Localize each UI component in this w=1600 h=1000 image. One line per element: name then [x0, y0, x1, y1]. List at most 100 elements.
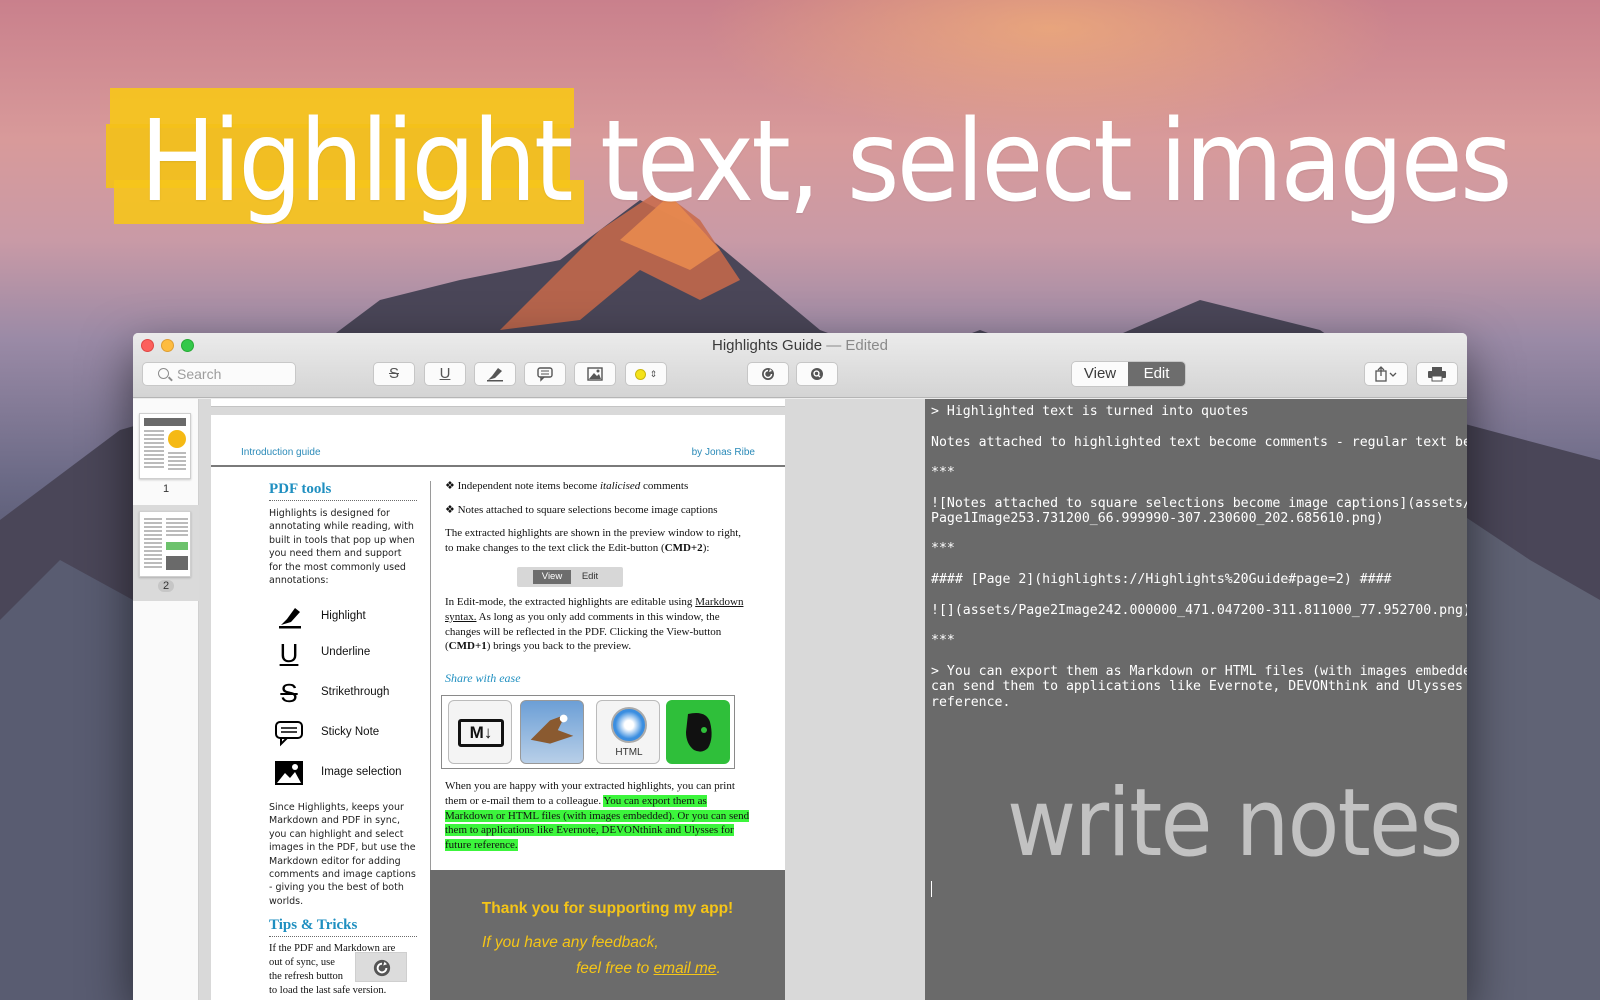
- editor-line: ![](assets/Page2Image242.000000_471.0472…: [931, 603, 1467, 618]
- editor-line: Notes attached to highlighted text becom…: [931, 435, 1467, 450]
- highlighter-icon: [279, 608, 301, 629]
- titlebar: Highlights Guide — Edited Search S U ⇕ V…: [133, 333, 1467, 398]
- previous-page-edge: [211, 399, 785, 407]
- page-number-2: 2: [133, 580, 199, 592]
- underline-icon: U: [279, 638, 299, 668]
- page-header-left: Introduction guide: [241, 447, 321, 458]
- printer-icon: [1428, 367, 1446, 382]
- tool-item-underline: U Underline: [269, 639, 429, 667]
- editor-line: ***: [931, 465, 955, 480]
- preview-paragraph: The extracted highlights are shown in th…: [445, 526, 751, 556]
- shortcut-text: CMD+1: [448, 640, 487, 653]
- highlight-tool-button[interactable]: [474, 362, 516, 386]
- note-tool-button[interactable]: [524, 362, 566, 386]
- tool-label: Underline: [321, 646, 371, 658]
- markdown-icon: M↓: [448, 700, 512, 764]
- pdf-tools-section: PDF tools Highlights is designed for ann…: [269, 481, 417, 587]
- html-export-icon: HTML: [596, 700, 660, 764]
- mail-app-icon: [520, 700, 584, 764]
- page-number-1: 1: [162, 483, 170, 495]
- search-field[interactable]: Search: [142, 362, 296, 386]
- feedback-line-1: If you have any feedback,: [482, 934, 659, 951]
- tool-item-image-selection: Image selection: [269, 759, 429, 787]
- bullet-text: comments: [640, 480, 689, 492]
- app-window: Highlights Guide — Edited Search S U ⇕ V…: [133, 333, 1467, 1000]
- editor-line: > You can export them as Markdown or HTM…: [931, 664, 1467, 679]
- image-selection-tool-button[interactable]: [574, 362, 616, 386]
- tips-paragraph: If the PDF and Markdown are out of sync,…: [269, 942, 417, 998]
- share-heading: Share with ease: [445, 671, 521, 685]
- underline-icon: U: [439, 365, 451, 382]
- page-thumbnail-2[interactable]: [139, 511, 191, 577]
- html-label: HTML: [615, 747, 643, 758]
- strikethrough-icon: S: [388, 365, 399, 382]
- search-placeholder: Search: [177, 366, 222, 382]
- magnifier-icon: [811, 368, 823, 380]
- support-footer: Thank you for supporting my app! If you …: [430, 870, 785, 1000]
- para-text: In Edit-mode, the extracted highlights a…: [445, 596, 696, 608]
- refresh-button-illustration: [355, 952, 407, 983]
- editor-line: ![Notes attached to square selections be…: [931, 496, 1467, 511]
- tool-item-highlight: Highlight: [269, 603, 429, 631]
- headline: Highlight text, select images: [140, 92, 1513, 232]
- edited-status: Edited: [845, 337, 888, 354]
- highlighter-icon: [487, 368, 503, 382]
- editor-line: reference.: [931, 695, 1011, 710]
- tool-label: Highlight: [321, 610, 366, 622]
- color-picker-button[interactable]: ⇕: [625, 362, 667, 386]
- editor-line: ***: [931, 541, 955, 556]
- strikethrough-icon: S: [280, 678, 298, 708]
- headline-rest: text, select images: [570, 97, 1512, 227]
- sync-section: Since Highlights, keeps your Markdown an…: [269, 801, 417, 998]
- share-icon: [1375, 366, 1397, 382]
- page-number-2-badge: 2: [157, 580, 175, 592]
- underline-tool-button[interactable]: U: [424, 362, 466, 386]
- editor-line: > Highlighted text is turned into quotes: [931, 404, 1249, 419]
- mini-view-label: View: [533, 570, 571, 584]
- share-button[interactable]: [1364, 362, 1408, 386]
- mini-edit-label: Edit: [581, 571, 599, 582]
- evernote-icon: [666, 700, 730, 764]
- edit-mode-button[interactable]: Edit: [1128, 362, 1185, 386]
- color-swatch: [634, 368, 646, 380]
- tool-label: Strikethrough: [321, 686, 390, 698]
- shortcut-text: CMD+2: [664, 541, 703, 554]
- email-me-link[interactable]: email me: [654, 960, 717, 977]
- editor-line: can send them to applications like Evern…: [931, 679, 1463, 694]
- tool-item-sticky-note: Sticky Note: [269, 719, 429, 747]
- headline-highlight-word: Highlight: [140, 97, 573, 227]
- page-thumbnail-1[interactable]: [139, 413, 191, 479]
- stepper-arrows-icon: ⇕: [649, 369, 658, 380]
- image-icon: [587, 367, 603, 381]
- search-icon: [158, 368, 169, 379]
- image-selection-icon: [275, 761, 303, 785]
- refresh-button[interactable]: [747, 362, 789, 386]
- header-rule: [211, 465, 785, 467]
- editor-line: ***: [931, 633, 955, 648]
- page-header-right: by Jonas Ribe: [691, 447, 755, 458]
- feedback-text: feel free to: [576, 960, 654, 977]
- markdown-editor[interactable]: > Highlighted text is turned into quotes…: [925, 399, 1467, 1000]
- view-edit-illustration: View Edit: [517, 567, 623, 587]
- tool-label: Sticky Note: [321, 726, 380, 738]
- text-cursor: [931, 881, 932, 897]
- tool-item-strikethrough: S Strikethrough: [269, 679, 429, 707]
- window-title: Highlights Guide — Edited: [133, 337, 1467, 354]
- pdf-page-2[interactable]: Introduction guide by Jonas Ribe PDF too…: [211, 415, 785, 1000]
- write-notes-overlay: write notes: [1007, 769, 1463, 878]
- note-icon: [537, 367, 553, 382]
- refresh-icon: [762, 368, 774, 380]
- tips-heading: Tips & Tricks: [269, 917, 417, 938]
- zoom-search-button[interactable]: [796, 362, 838, 386]
- bullet-text: ❖ Independent note items become: [445, 480, 600, 492]
- strikethrough-tool-button[interactable]: S: [373, 362, 415, 386]
- sync-paragraph: Since Highlights, keeps your Markdown an…: [269, 802, 416, 907]
- refresh-icon: [373, 960, 391, 977]
- print-button[interactable]: [1416, 362, 1458, 386]
- feedback-text: .: [716, 960, 721, 977]
- tool-label: Image selection: [321, 766, 402, 778]
- view-mode-button[interactable]: View: [1072, 362, 1128, 386]
- bullet-independent-notes: ❖ Independent note items become italicis…: [445, 479, 751, 494]
- para-text: ) brings you back to the preview.: [486, 640, 632, 653]
- intro-paragraph: Highlights is designed for annotating wh…: [269, 508, 415, 587]
